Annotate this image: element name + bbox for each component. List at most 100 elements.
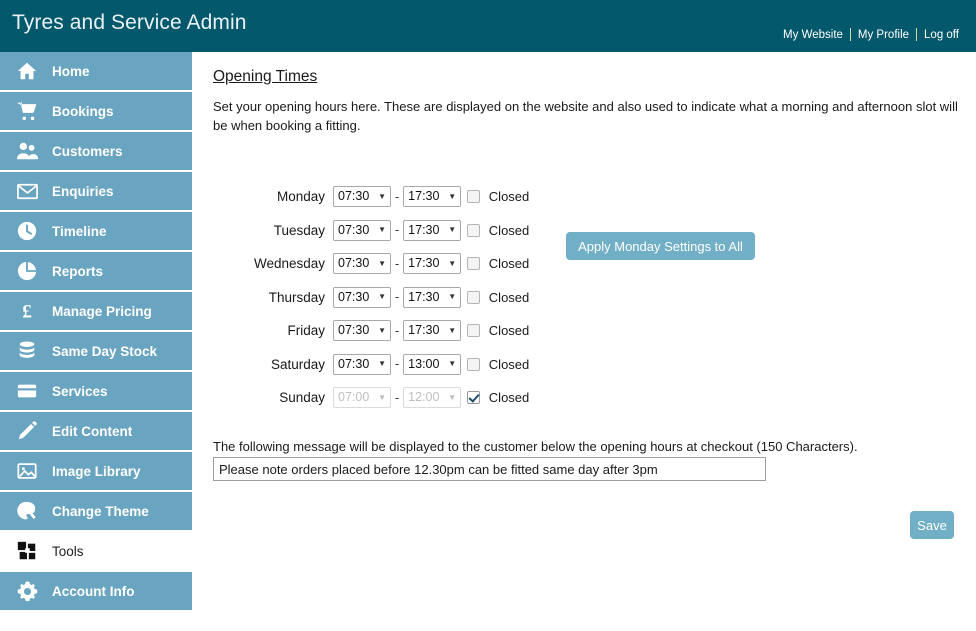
closed-label: Closed xyxy=(488,356,530,372)
closed-checkbox-tuesday[interactable] xyxy=(467,223,481,237)
close-time-select-friday[interactable]: 17:30 xyxy=(403,320,462,342)
closed-checkbox-friday[interactable] xyxy=(467,324,481,338)
time-separator: - xyxy=(395,290,400,305)
table-row: Sunday 07:00 ▼ - 12:00 ▼ Closed xyxy=(213,381,529,415)
sidebar-item-image-library[interactable]: Image Library xyxy=(0,452,192,492)
home-icon xyxy=(14,58,40,84)
day-label: Thursday xyxy=(268,289,325,305)
closed-cell: Closed xyxy=(461,281,529,315)
closed-checkbox-sunday[interactable] xyxy=(467,391,481,405)
sidebar-item-enquiries[interactable]: Enquiries xyxy=(0,172,192,212)
open-time-wrap: 07:30 ▼ xyxy=(333,253,391,275)
open-time-wrap: 07:00 ▼ xyxy=(333,387,391,409)
closed-label: Closed xyxy=(488,189,530,205)
page-intro-text: Set your opening hours here. These are d… xyxy=(213,99,958,133)
closed-label: Closed xyxy=(488,323,530,339)
sidebar-item-bookings[interactable]: Bookings xyxy=(0,92,192,132)
checkout-message-label: The following message will be displayed … xyxy=(213,439,858,454)
open-time-wrap: 07:30 ▼ xyxy=(333,320,391,342)
close-time-cell: 13:00 ▼ xyxy=(403,348,462,382)
cart-icon xyxy=(14,98,40,124)
sidebar-item-edit-content[interactable]: Edit Content xyxy=(0,412,192,452)
day-label: Sunday xyxy=(279,390,325,406)
closed-label: Closed xyxy=(488,256,530,272)
log-off-link[interactable]: Log off xyxy=(917,29,966,41)
time-separator: - xyxy=(395,189,400,204)
open-time-select-wednesday[interactable]: 07:30 xyxy=(333,253,391,275)
sidebar-item-same-day-stock[interactable]: Same Day Stock xyxy=(0,332,192,372)
pencil-icon xyxy=(14,418,40,444)
close-time-wrap: 17:30 ▼ xyxy=(403,320,462,342)
closed-label: Closed xyxy=(488,222,530,238)
header-links: My Website My Profile Log off xyxy=(776,28,966,41)
sidebar-item-label: Change Theme xyxy=(52,503,149,519)
close-time-cell: 17:30 ▼ xyxy=(403,180,462,214)
app-title: Tyres and Service Admin xyxy=(12,11,247,34)
closed-checkbox-saturday[interactable] xyxy=(467,357,481,371)
open-time-cell: 07:30 ▼ xyxy=(333,247,391,281)
close-time-select-monday[interactable]: 17:30 xyxy=(403,186,462,208)
open-time-cell: 07:30 ▼ xyxy=(333,214,391,248)
sidebar-item-change-theme[interactable]: Change Theme xyxy=(0,492,192,532)
close-time-cell: 17:30 ▼ xyxy=(403,214,462,248)
open-time-wrap: 07:30 ▼ xyxy=(333,286,391,308)
closed-checkbox-wednesday[interactable] xyxy=(467,257,481,271)
sidebar-item-label: Timeline xyxy=(52,223,107,239)
closed-checkbox-monday[interactable] xyxy=(467,190,481,204)
closed-cell: Closed xyxy=(461,214,529,248)
close-time-select-thursday[interactable]: 17:30 xyxy=(403,286,462,308)
open-time-cell: 07:30 ▼ xyxy=(333,180,391,214)
envelope-icon xyxy=(14,178,40,204)
close-time-wrap: 17:30 ▼ xyxy=(403,286,462,308)
open-time-select-thursday[interactable]: 07:30 xyxy=(333,286,391,308)
open-time-select-monday[interactable]: 07:30 xyxy=(333,186,391,208)
sidebar-item-timeline[interactable]: Timeline xyxy=(0,212,192,252)
sidebar-navigation: Home Bookings Customers Enquiries Timeli… xyxy=(0,52,192,631)
sidebar-item-label: Reports xyxy=(52,263,104,279)
day-label: Friday xyxy=(287,323,325,339)
sidebar-item-label: Bookings xyxy=(52,103,114,119)
close-time-wrap: 13:00 ▼ xyxy=(403,353,462,375)
sidebar-item-customers[interactable]: Customers xyxy=(0,132,192,172)
my-website-link[interactable]: My Website xyxy=(776,29,850,41)
sidebar-item-label: Enquiries xyxy=(52,183,114,199)
sidebar-item-tools[interactable]: Tools xyxy=(0,532,192,572)
open-time-cell: 07:30 ▼ xyxy=(333,314,391,348)
sidebar-item-home[interactable]: Home xyxy=(0,52,192,92)
day-label: Monday xyxy=(276,189,325,205)
closed-label: Closed xyxy=(488,390,530,406)
time-separator: - xyxy=(395,390,400,405)
checkout-message-input[interactable] xyxy=(213,457,766,481)
open-time-wrap: 07:30 ▼ xyxy=(333,186,391,208)
close-time-select-saturday[interactable]: 13:00 xyxy=(403,353,462,375)
app-header: Tyres and Service Admin My Website My Pr… xyxy=(0,0,976,52)
sidebar-item-label: Tools xyxy=(52,543,84,559)
open-time-cell: 07:30 ▼ xyxy=(333,348,391,382)
card-icon xyxy=(14,378,40,404)
close-time-select-tuesday[interactable]: 17:30 xyxy=(403,219,462,241)
sidebar-item-label: Manage Pricing xyxy=(52,303,152,319)
sidebar-item-services[interactable]: Services xyxy=(0,372,192,412)
open-time-cell: 07:00 ▼ xyxy=(333,381,391,415)
main-content: Opening Times Set your opening hours her… xyxy=(192,52,976,631)
sidebar-item-label: Customers xyxy=(52,143,123,159)
sidebar-item-account-info[interactable]: Account Info xyxy=(0,572,192,612)
closed-checkbox-thursday[interactable] xyxy=(467,290,481,304)
open-time-wrap: 07:30 ▼ xyxy=(333,353,391,375)
my-profile-link[interactable]: My Profile xyxy=(851,29,916,41)
sidebar-item-manage-pricing[interactable]: £ Manage Pricing xyxy=(0,292,192,332)
close-time-select-wednesday[interactable]: 17:30 xyxy=(403,253,462,275)
close-time-select-sunday: 12:00 xyxy=(403,387,462,409)
open-time-select-friday[interactable]: 07:30 xyxy=(333,320,391,342)
sidebar-item-label: Edit Content xyxy=(52,423,133,439)
table-row: Thursday 07:30 ▼ - 17:30 ▼ Closed xyxy=(213,281,529,315)
open-time-select-tuesday[interactable]: 07:30 xyxy=(333,219,391,241)
close-time-cell: 17:30 ▼ xyxy=(403,281,462,315)
time-separator: - xyxy=(395,223,400,238)
sidebar-item-reports[interactable]: Reports xyxy=(0,252,192,292)
apply-monday-settings-button[interactable]: Apply Monday Settings to All xyxy=(566,232,755,260)
table-row: Saturday 07:30 ▼ - 13:00 ▼ Closed xyxy=(213,348,529,382)
save-button[interactable]: Save xyxy=(910,511,954,539)
open-time-select-saturday[interactable]: 07:30 xyxy=(333,353,391,375)
closed-cell: Closed xyxy=(461,348,529,382)
